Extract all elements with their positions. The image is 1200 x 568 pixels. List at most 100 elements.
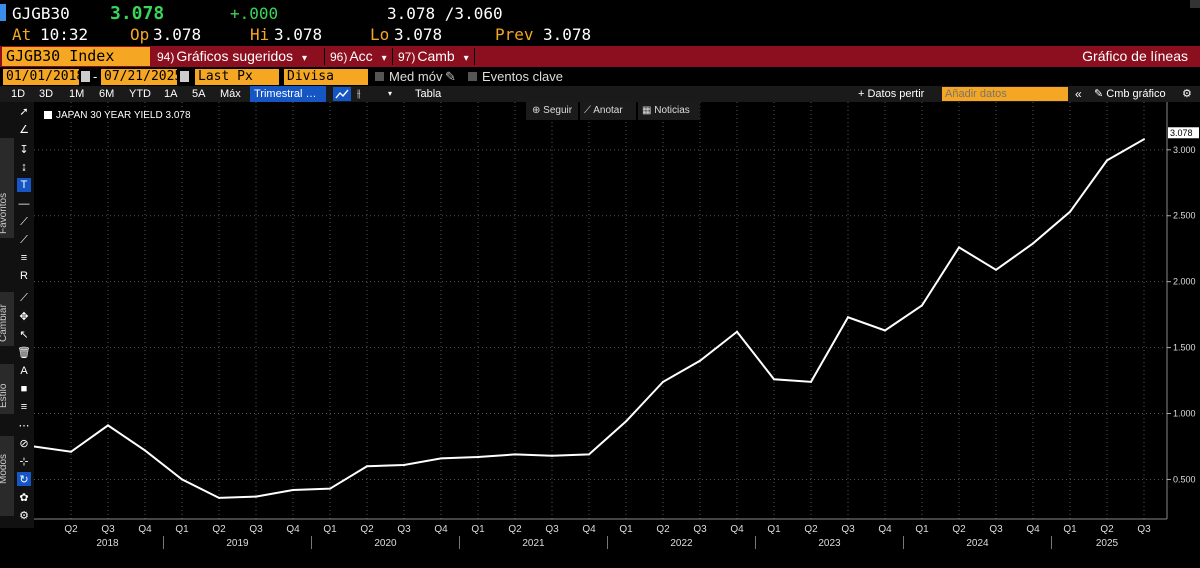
settings-gear-icon[interactable]: ⚙ xyxy=(1182,86,1192,102)
annotate-button[interactable]: ⟋ Anotar xyxy=(580,102,636,120)
x-tick-label: Q4 xyxy=(1026,524,1040,535)
channel-icon[interactable]: ≡ xyxy=(17,251,31,265)
hi-value: 3.078 xyxy=(274,25,323,44)
field-select[interactable]: Last Px xyxy=(195,69,279,85)
divider xyxy=(392,48,393,65)
x-axis-ticks: Q2 Q3 Q4 Q1 Q2 Q3 Q4 Q1 Q2 Q3 Q4 Q1 Q2 Q3 Q4 Q1 Q2 Q3 Q4 Q1… xyxy=(64,524,1151,535)
ray-icon[interactable]: ⟋ xyxy=(17,233,31,247)
tab-label: Estilo xyxy=(0,383,9,408)
toolbar-settings-icon[interactable]: ⚙ xyxy=(17,508,31,522)
data-from-button[interactable]: + Datos pertir xyxy=(858,86,924,102)
chart-type-title: Gráfico de líneas xyxy=(1082,48,1188,64)
data-point xyxy=(440,457,442,460)
window-corner xyxy=(1190,0,1200,8)
drawing-toolbar: Favoritos Cambiar Estilo Modos ➚ ∠ ↧ ↨ T… xyxy=(0,102,34,528)
pointer-icon[interactable]: ➚ xyxy=(17,104,31,118)
x-tick-label: Q3 xyxy=(545,524,559,535)
legend[interactable]: JAPAN 30 YEAR YIELD 3.078 xyxy=(44,110,191,121)
suggested-charts-menu[interactable]: 94) Gráficos sugeridos ▾ xyxy=(157,47,307,66)
fill-color-icon[interactable]: ■ xyxy=(17,382,31,396)
key-events-checkbox[interactable] xyxy=(468,72,477,81)
actions-menu[interactable]: 96) Acc ▾ xyxy=(330,47,387,66)
font-icon[interactable]: A xyxy=(17,364,31,378)
x-tick-label: Q4 xyxy=(582,524,596,535)
measure-icon[interactable]: ↧ xyxy=(17,142,31,156)
pencil-icon[interactable]: ✎ xyxy=(445,69,456,85)
x-tick-label: Q2 xyxy=(1100,524,1114,535)
period-max[interactable]: Máx xyxy=(220,86,241,102)
start-date-input[interactable]: 01/01/2018 xyxy=(3,69,84,85)
move-icon[interactable]: ✥ xyxy=(17,309,31,323)
annotate-icon[interactable]: ∠ xyxy=(17,122,31,136)
change-chart-button[interactable]: ✎ Cmb gráfico xyxy=(1094,86,1166,102)
change-chart-label: Cmb gráfico xyxy=(1106,88,1166,100)
eraser-icon[interactable]: ⊘ xyxy=(17,436,31,450)
data-point xyxy=(884,329,886,332)
period-1d[interactable]: 1D xyxy=(11,86,25,102)
chart-area[interactable]: 0.500 1.000 1.500 2.000 2.500 3.000 Q2 Q3 Q4 Q1 Q… xyxy=(33,102,1200,563)
change-menu[interactable]: 97) Camb ▾ xyxy=(398,47,469,66)
data-point xyxy=(144,449,146,452)
x-tick-label: Q2 xyxy=(804,524,818,535)
data-point xyxy=(551,454,553,457)
line-style-icon[interactable]: ⋯ xyxy=(17,418,31,432)
ticker-marker xyxy=(0,4,6,21)
tab-change[interactable]: Cambiar xyxy=(0,292,14,346)
trend-line-icon[interactable]: ⟋ xyxy=(17,215,31,229)
annotate-icon: ⟋ xyxy=(584,105,591,116)
line-weight-icon[interactable]: ≡ xyxy=(17,400,31,414)
snap-icon[interactable]: ⊹ xyxy=(17,454,31,468)
data-point xyxy=(995,268,997,271)
tab-modes[interactable]: Modos xyxy=(0,436,14,516)
y-tick-label: 2.000 xyxy=(1173,277,1196,287)
menu-label: Gráficos sugeridos xyxy=(176,48,294,64)
regression-icon[interactable]: R xyxy=(17,269,31,283)
currency-select[interactable]: Divisa local xyxy=(284,69,368,100)
tab-favorites[interactable]: Favoritos xyxy=(0,138,14,238)
x-year-label: 2024 xyxy=(966,538,989,549)
x-year-label: 2019 xyxy=(226,538,249,549)
line-chart-icon[interactable] xyxy=(333,87,351,101)
period-3d[interactable]: 3D xyxy=(39,86,53,102)
y-tick-label: 2.500 xyxy=(1173,211,1196,221)
candlestick-icon[interactable]: ⫲ xyxy=(357,86,361,102)
data-point xyxy=(773,378,775,381)
x-tick-label: Q1 xyxy=(1063,524,1077,535)
follow-button[interactable]: ⊕ Seguir xyxy=(526,102,578,120)
table-button[interactable]: Tabla xyxy=(415,86,441,102)
frequency-select[interactable]: Trimestral … xyxy=(250,86,326,102)
calendar-icon[interactable] xyxy=(180,71,189,82)
data-point xyxy=(403,463,405,466)
calendar-icon[interactable] xyxy=(81,71,90,82)
bid-ask: 3.078 /3.060 xyxy=(387,4,503,23)
refresh-icon[interactable]: ↻ xyxy=(17,472,31,486)
security-field[interactable]: GJGB30 Index xyxy=(2,47,150,66)
news-button[interactable]: ▦ Noticias xyxy=(638,102,700,120)
color-palette-icon[interactable]: ✿ xyxy=(17,490,31,504)
key-events-label: Eventos clave xyxy=(482,69,563,84)
period-5a[interactable]: 5A xyxy=(192,86,205,102)
range-icon[interactable]: ↨ xyxy=(17,160,31,174)
moving-average-checkbox[interactable] xyxy=(375,72,384,81)
x-year-label: 2025 xyxy=(1096,538,1119,549)
period-1a[interactable]: 1A xyxy=(164,86,177,102)
end-date-input[interactable]: 07/21/2025 xyxy=(101,69,182,85)
data-point xyxy=(847,316,849,319)
moving-average-label: Med móv xyxy=(389,69,443,84)
chevron-down-icon[interactable]: ▾ xyxy=(388,86,392,102)
line-chart[interactable]: 0.5001.0001.5002.0002.5003.000 Q2 Q3 Q4 Q1 Q… xyxy=(33,102,1200,563)
x-year-label: 2022 xyxy=(670,538,693,549)
tab-style[interactable]: Estilo xyxy=(0,364,14,414)
period-1m[interactable]: 1M xyxy=(69,86,84,102)
trash-icon[interactable]: 🗑 xyxy=(17,345,31,359)
text-tool-icon[interactable]: T xyxy=(17,178,31,192)
period-ytd[interactable]: YTD xyxy=(129,86,151,102)
data-point xyxy=(1069,210,1071,213)
divider xyxy=(324,48,325,65)
add-data-input[interactable] xyxy=(942,87,1068,101)
horizontal-line-icon[interactable]: — xyxy=(17,197,31,211)
select-icon[interactable]: ↖ xyxy=(17,327,31,341)
period-6m[interactable]: 6M xyxy=(99,86,114,102)
draw-icon[interactable]: ⟋ xyxy=(17,291,31,305)
collapse-icon[interactable]: « xyxy=(1075,86,1082,102)
